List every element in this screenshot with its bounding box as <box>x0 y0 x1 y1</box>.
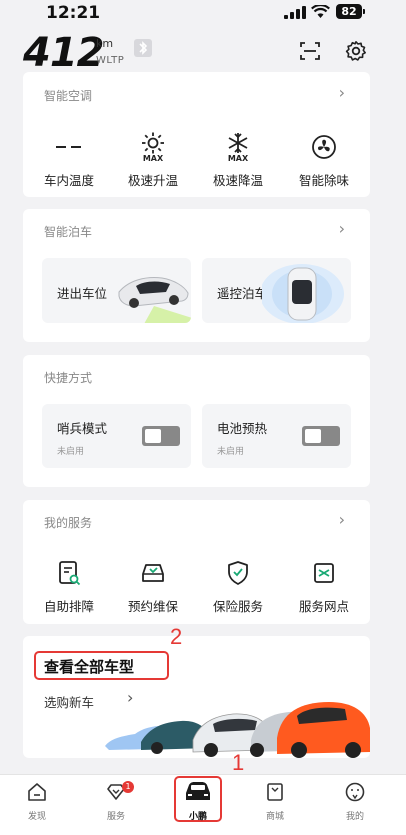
parking-car-icon <box>118 277 191 323</box>
models-promo-card[interactable]: 查看全部车型 选购新车 › <box>23 636 370 758</box>
view-all-models-title[interactable]: 查看全部车型 <box>44 656 134 677</box>
range-value: 412 <box>23 30 104 76</box>
shortcuts-title: 快捷方式 <box>44 371 93 385</box>
remote-park-label: 遥控泊车 <box>217 286 268 301</box>
nav-tab-discover[interactable]: 发现 <box>7 781 67 822</box>
service-points[interactable]: 服务网点 <box>281 556 367 615</box>
shop-bag-icon <box>267 783 283 801</box>
nav-tab-service[interactable]: 1 服务 <box>86 781 146 822</box>
services-card: 我的服务 › 自助排障 预约维保 保险服务 服务网点 <box>23 500 370 624</box>
service-point-icon <box>281 556 367 590</box>
climate-chevron-icon[interactable]: › <box>339 83 345 102</box>
parking-card: 智能泊车 › 进出车位 遥控泊车 <box>23 209 370 342</box>
battery-preheat-toggle[interactable] <box>302 426 340 446</box>
park-in-out-label: 进出车位 <box>57 286 108 301</box>
nav-tab-label: 发现 <box>27 812 46 822</box>
nav-tab-label: 商城 <box>265 812 284 822</box>
car-icon <box>186 782 210 800</box>
parking-title: 智能泊车 <box>44 225 93 239</box>
gear-icon[interactable] <box>345 40 367 62</box>
climate-item-rapid-cool[interactable]: MAX 极速降温 <box>195 130 281 189</box>
parking-chevron-icon[interactable]: › <box>339 219 345 238</box>
sentry-mode-status: 未启用 <box>57 447 85 457</box>
climate-title: 智能空调 <box>44 89 93 103</box>
remote-parking-car-icon <box>262 264 344 323</box>
service-label: 服务网点 <box>298 599 349 614</box>
range-unit: km <box>96 37 114 50</box>
climate-item-cabin-temp[interactable]: 车内温度 <box>26 130 112 189</box>
shield-check-icon <box>195 556 281 590</box>
service-notification-badge: 1 <box>122 781 134 793</box>
fan-icon <box>281 130 367 164</box>
snowflake-icon: MAX <box>195 130 281 164</box>
climate-item-label: 车内温度 <box>43 173 94 188</box>
bottom-nav: 发现 1 服务 小鹏 商城 我的 <box>0 774 406 835</box>
battery-preheat-status: 未启用 <box>217 447 245 457</box>
car-maintenance-icon <box>110 556 196 590</box>
status-bar: 12:21 82 <box>0 0 406 30</box>
scan-icon[interactable] <box>299 40 321 62</box>
nav-tab-mall[interactable]: 商城 <box>245 781 305 822</box>
climate-card: 智能空调 › 车内温度 MAX 极速升温 MAX 极速降温 智能除味 <box>23 72 370 197</box>
climate-item-deodorize[interactable]: 智能除味 <box>281 130 367 189</box>
climate-item-label: 智能除味 <box>298 173 349 188</box>
buy-new-car-link[interactable]: 选购新车 <box>44 692 94 711</box>
range-standard: WLTP <box>96 55 125 66</box>
home-icon <box>28 783 46 801</box>
sentry-mode-toggle[interactable] <box>142 426 180 446</box>
nav-tab-xpeng[interactable]: 小鹏 <box>168 781 228 822</box>
battery-preheat-label: 电池预热 <box>217 421 268 436</box>
cellular-signal-icon <box>284 6 306 19</box>
remote-park-tile[interactable]: 遥控泊车 <box>202 258 351 323</box>
park-in-out-tile[interactable]: 进出车位 <box>42 258 191 323</box>
service-label: 预约维保 <box>127 599 178 614</box>
annotation-number-one: 1 <box>232 750 245 775</box>
shortcuts-card: 快捷方式 哨兵模式 未启用 电池预热 未启用 <box>23 355 370 487</box>
status-time: 12:21 <box>46 3 101 23</box>
climate-item-label: 极速升温 <box>127 173 178 188</box>
nav-tab-label: 我的 <box>345 812 364 822</box>
diagnosis-icon <box>26 556 112 590</box>
services-chevron-icon[interactable]: › <box>339 510 345 529</box>
battery-preheat-tile[interactable]: 电池预热 未启用 <box>202 404 351 468</box>
annotation-number-two: 2 <box>170 624 183 649</box>
climate-item-rapid-heat[interactable]: MAX 极速升温 <box>110 130 196 189</box>
service-insurance[interactable]: 保险服务 <box>195 556 281 615</box>
sentry-mode-label: 哨兵模式 <box>57 421 108 436</box>
service-label: 自助排障 <box>43 599 94 614</box>
battery-tip <box>363 9 365 14</box>
sun-icon: MAX <box>110 130 196 164</box>
car-lineup-image <box>105 702 370 758</box>
service-label: 保险服务 <box>212 599 263 614</box>
profile-face-icon <box>345 782 365 802</box>
service-maintenance[interactable]: 预约维保 <box>110 556 196 615</box>
temperature-dash-icon <box>26 130 112 164</box>
max-badge: MAX <box>142 153 164 163</box>
service-self-diagnosis[interactable]: 自助排障 <box>26 556 112 615</box>
nav-tab-label: 小鹏 <box>188 812 207 822</box>
sentry-mode-tile[interactable]: 哨兵模式 未启用 <box>42 404 191 468</box>
battery-icon: 82 <box>336 4 362 19</box>
nav-tab-mine[interactable]: 我的 <box>325 781 385 822</box>
max-badge: MAX <box>227 153 249 163</box>
nav-tab-label: 服务 <box>106 812 125 822</box>
bluetooth-icon[interactable] <box>134 39 152 57</box>
services-title: 我的服务 <box>44 516 93 530</box>
climate-item-label: 极速降温 <box>212 173 263 188</box>
wifi-icon <box>311 5 330 18</box>
